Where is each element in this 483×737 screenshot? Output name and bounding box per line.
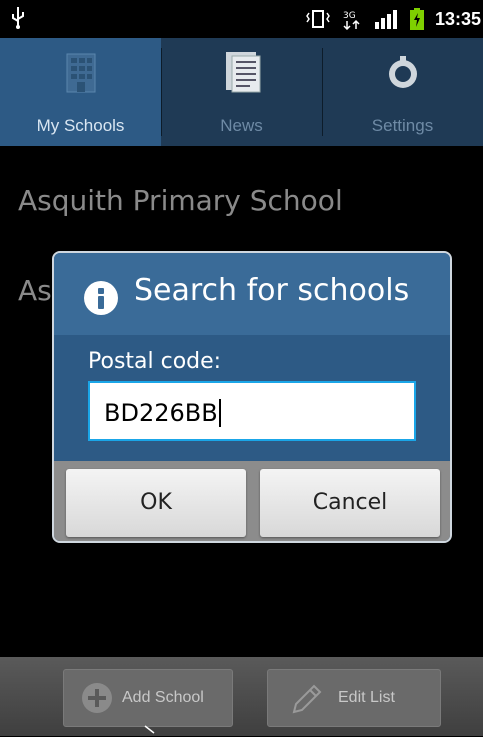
edit-list-label: Edit List bbox=[338, 689, 395, 706]
clock: 13:35 bbox=[434, 8, 481, 29]
tab-divider bbox=[322, 48, 323, 136]
tab-label: Settings bbox=[371, 116, 434, 135]
dialog-title: Search for schools bbox=[134, 273, 410, 308]
add-school-button[interactable]: Add School bbox=[63, 669, 233, 727]
dialog-header: Search for schools bbox=[54, 253, 450, 336]
tab-settings[interactable]: Settings bbox=[322, 38, 483, 146]
building-icon bbox=[66, 53, 95, 93]
news-icon bbox=[225, 52, 260, 93]
status-bar: 3G 13:35 bbox=[0, 0, 483, 38]
pencil-icon bbox=[292, 684, 322, 714]
input-value: BD226BB bbox=[104, 399, 218, 427]
ok-button[interactable]: OK bbox=[66, 469, 246, 537]
postal-code-input[interactable]: BD226BB bbox=[88, 381, 416, 441]
svg-text:3G: 3G bbox=[343, 11, 356, 21]
add-school-label: Add School bbox=[122, 689, 204, 706]
dialog-buttons: OK Cancel bbox=[54, 461, 450, 541]
pointer-icon bbox=[144, 725, 155, 734]
bottom-action-bar: Add School Edit List bbox=[0, 657, 483, 736]
plus-icon bbox=[82, 683, 112, 713]
text-caret bbox=[218, 399, 221, 427]
search-dialog: Search for schools Postal code: BD226BB … bbox=[52, 251, 452, 543]
list-item[interactable]: Asquith Primary School bbox=[0, 146, 483, 236]
data-3g-icon: 3G bbox=[343, 11, 360, 30]
tab-news[interactable]: News bbox=[161, 38, 322, 146]
dialog-body: Postal code: BD226BB bbox=[54, 335, 450, 461]
settings-icon bbox=[388, 56, 417, 88]
tab-label: News bbox=[220, 116, 263, 135]
postal-code-label: Postal code: bbox=[88, 349, 222, 374]
battery-charging-icon bbox=[409, 8, 424, 30]
tab-divider bbox=[161, 48, 162, 136]
cancel-button[interactable]: Cancel bbox=[260, 469, 440, 537]
tab-bar: My Schools News Settings bbox=[0, 38, 483, 146]
tab-my-schools[interactable]: My Schools bbox=[0, 38, 161, 146]
edit-list-button[interactable]: Edit List bbox=[267, 669, 441, 727]
tab-label: My Schools bbox=[36, 116, 125, 135]
vibrate-icon bbox=[306, 10, 330, 28]
signal-icon bbox=[374, 10, 397, 29]
usb-icon bbox=[12, 7, 24, 29]
info-icon bbox=[84, 281, 118, 315]
